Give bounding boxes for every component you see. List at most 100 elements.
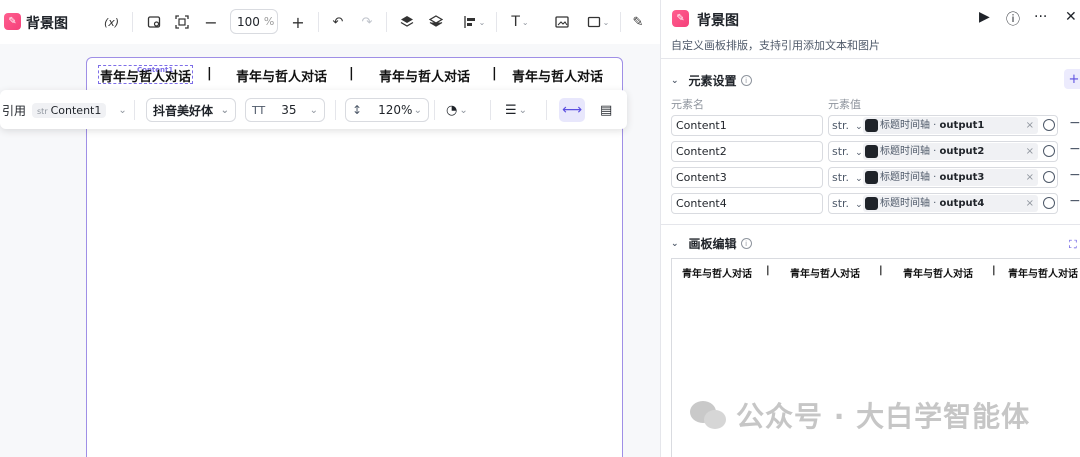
variable-picker-icon[interactable] — [1043, 145, 1055, 157]
node-icon — [865, 145, 878, 158]
element-name-input[interactable]: Content4 — [671, 193, 823, 214]
element-row: Content1 str. ⌄ 标题时间轴 · output1 × − — [671, 115, 1080, 136]
remove-element-button[interactable]: − — [1069, 167, 1080, 183]
text-align-dropdown[interactable]: ☰ ⌄ — [505, 98, 527, 122]
element-value-field[interactable]: str. ⌄ 标题时间轴 · output3 × — [828, 167, 1058, 188]
board-divider-1: | — [766, 265, 770, 276]
chevron-down-icon: ⌄ — [220, 104, 229, 116]
editor-toolbar: ✎ 背景图 (x) − 100 % + ↶ ↷ ⌄ T ⌄ ⌄ ✎ — [0, 0, 660, 44]
element-name-input[interactable]: Content2 — [671, 141, 823, 162]
image-icon[interactable] — [554, 12, 570, 32]
undo-icon[interactable]: ↶ — [331, 12, 345, 32]
zoom-value: 100 — [237, 14, 260, 29]
wechat-icon — [690, 399, 728, 431]
element-settings-header[interactable]: ⌄ 元素设置 i — [671, 72, 752, 89]
text-settings-icon[interactable]: ▤ — [600, 98, 612, 122]
type-select[interactable]: str. ⌄ — [832, 119, 863, 132]
properties-panel: ✎ 背景图 ▶ ⓘ ··· ✕ 自定义画板排版，支持引用添加文本和图片 ⌄ 元素… — [660, 0, 1080, 457]
board-divider-3: | — [992, 265, 996, 276]
text-format-toolbar: 引用 str Content1 ⌄ 抖音美好体 ⌄ TT 35 ⌄ ↕ 120% … — [0, 90, 627, 129]
variable-picker-icon[interactable] — [1043, 171, 1055, 183]
clear-icon[interactable]: × — [1026, 117, 1034, 134]
clear-icon[interactable]: × — [1026, 169, 1034, 186]
text-dropdown[interactable]: T ⌄ — [506, 12, 534, 32]
node-icon — [865, 197, 878, 210]
canvas-text-2[interactable]: 青年与哲人对话 — [236, 66, 327, 85]
element-name-input[interactable]: Content1 — [671, 115, 823, 136]
font-size-select[interactable]: TT 35 ⌄ — [245, 98, 325, 122]
element-value-field[interactable]: str. ⌄ 标题时间轴 · output1 × — [828, 115, 1058, 136]
board-text-4: 青年与哲人对话 — [1008, 269, 1078, 280]
frame-icon[interactable] — [146, 12, 162, 32]
expand-icon[interactable]: ⛶ — [1069, 238, 1077, 252]
reference-label: 引用 — [2, 103, 27, 118]
type-label: str. — [832, 197, 850, 210]
more-icon[interactable]: ··· — [1034, 9, 1047, 25]
chevron-down-icon: ⌄ — [855, 122, 863, 132]
type-label: str. — [832, 171, 850, 184]
layer-down-icon[interactable] — [428, 12, 444, 32]
board-text-1: 青年与哲人对话 — [682, 269, 752, 280]
zoom-out-icon[interactable]: − — [204, 12, 218, 32]
type-select[interactable]: str. ⌄ — [832, 145, 863, 158]
node-icon — [865, 171, 878, 184]
canvas-divider-3: | — [492, 66, 497, 81]
board-edit-header[interactable]: ⌄ 画板编辑 i — [671, 235, 752, 252]
reference-chip: str Content1 — [32, 102, 107, 118]
palette-icon: ◔ — [446, 102, 458, 118]
color-dropdown[interactable]: ◔ ⌄ — [446, 98, 468, 122]
variable-picker-icon[interactable] — [1043, 197, 1055, 209]
clear-icon[interactable]: × — [1026, 143, 1034, 160]
layer-up-icon[interactable] — [399, 12, 415, 32]
fit-screen-icon[interactable] — [174, 12, 190, 32]
element-name-input[interactable]: Content3 — [671, 167, 823, 188]
ref-output: output2 — [939, 146, 985, 157]
canvas-text-3[interactable]: 青年与哲人对话 — [379, 66, 470, 85]
board-text-row: 青年与哲人对话 | 青年与哲人对话 | 青年与哲人对话 | 青年与哲人对话 — [672, 265, 1080, 280]
zoom-input[interactable]: 100 % — [230, 9, 278, 34]
align-dropdown[interactable]: ⌄ — [460, 12, 488, 32]
variable-button[interactable]: (x) — [104, 12, 119, 32]
add-element-button[interactable]: + — [1064, 69, 1080, 89]
reference-tag: 标题时间轴 · output4 × — [863, 195, 1038, 212]
canvas-divider-2: | — [349, 66, 354, 81]
toolbar-divider — [335, 100, 336, 120]
type-select[interactable]: str. ⌄ — [832, 197, 863, 210]
zoom-in-icon[interactable]: + — [291, 12, 305, 32]
element-value-field[interactable]: str. ⌄ 标题时间轴 · output4 × — [828, 193, 1058, 214]
play-icon[interactable]: ▶ — [979, 9, 990, 25]
font-family-select[interactable]: 抖音美好体 ⌄ — [146, 98, 236, 122]
canvas-text-4[interactable]: 青年与哲人对话 — [512, 66, 603, 85]
shape-dropdown[interactable]: ⌄ — [583, 12, 613, 32]
canvas-text-1[interactable]: 青年与哲人对话 — [100, 66, 191, 85]
remove-element-button[interactable]: − — [1069, 115, 1080, 131]
reference-tag: 标题时间轴 · output1 × — [863, 117, 1038, 134]
redo-icon[interactable]: ↷ — [360, 12, 374, 32]
chip-type: str — [37, 106, 48, 116]
clear-icon[interactable]: × — [1026, 195, 1034, 212]
type-select[interactable]: str. ⌄ — [832, 171, 863, 184]
board-text-3: 青年与哲人对话 — [903, 269, 973, 280]
chevron-down-icon: ⌄ — [602, 17, 610, 27]
help-icon[interactable]: ⓘ — [1006, 9, 1020, 29]
toolbar-divider — [496, 12, 497, 32]
auto-width-button[interactable]: ⟷ — [559, 98, 585, 122]
remove-element-button[interactable]: − — [1069, 193, 1080, 209]
line-height-select[interactable]: ↕ 120% ⌄ — [345, 98, 429, 122]
pen-icon[interactable]: ✎ — [631, 12, 645, 32]
variable-picker-icon[interactable] — [1043, 119, 1055, 131]
ref-source: 标题时间轴 · — [880, 146, 937, 157]
remove-element-button[interactable]: − — [1069, 141, 1080, 157]
ref-output: output1 — [939, 120, 985, 131]
type-label: str. — [832, 119, 850, 132]
close-icon[interactable]: ✕ — [1065, 9, 1077, 25]
watermark-text: 公众号 · 大白学智能体 — [736, 400, 1031, 433]
node-logo-icon: ✎ — [672, 10, 689, 27]
font-size-value: 35 — [281, 103, 297, 117]
element-value-field[interactable]: str. ⌄ 标题时间轴 · output2 × — [828, 141, 1058, 162]
watermark: 公众号 · 大白学智能体 — [690, 395, 1030, 435]
chevron-down-icon: ⌄ — [855, 148, 863, 158]
board-divider-2: | — [879, 265, 883, 276]
reference-select[interactable]: 引用 str Content1 ⌄ — [2, 98, 127, 122]
chip-value: Content1 — [50, 103, 102, 117]
